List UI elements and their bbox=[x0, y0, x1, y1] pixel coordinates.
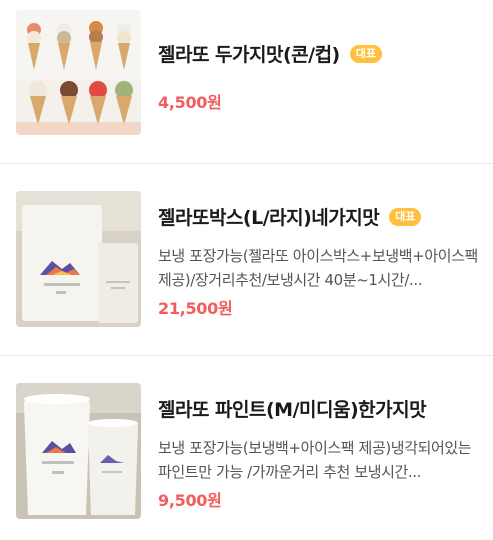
menu-item[interactable]: 젤라또 파인트(M/미디움)한가지맛 보냉 포장가능(보냉백+아이스팩 제공)냉… bbox=[0, 355, 493, 540]
item-description: 보냉 포장가능(젤라또 아이스박스+보냉백+아이스팩 제공)/장거리추천/보냉시… bbox=[158, 247, 478, 289]
representative-badge: 대표 bbox=[389, 207, 422, 226]
item-name: 젤라또박스(L/라지)네가지맛 bbox=[158, 207, 380, 229]
item-description: 보냉 포장가능(보냉백+아이스팩 제공)냉각되어있는 파인트만 가능 /가까운거… bbox=[158, 439, 472, 481]
item-name: 젤라또 두가지맛(콘/컵) bbox=[158, 44, 340, 66]
representative-badge: 대표 bbox=[349, 44, 382, 63]
item-info: 젤라또 두가지맛(콘/컵) 대표 4,500원 bbox=[158, 40, 479, 113]
item-price: 21,500원 bbox=[158, 299, 233, 318]
gelato-cones-photo bbox=[16, 10, 141, 135]
menu-item[interactable]: 젤라또 두가지맛(콘/컵) 대표 4,500원 bbox=[0, 0, 493, 163]
item-name: 젤라또 파인트(M/미디움)한가지맛 bbox=[158, 399, 427, 421]
menu-list: 젤라또 두가지맛(콘/컵) 대표 4,500원 젤라또박스(L/라지)네가지맛 … bbox=[0, 0, 493, 540]
item-info: 젤라또박스(L/라지)네가지맛 대표 보냉 포장가능(젤라또 아이스박스+보냉백… bbox=[158, 203, 479, 319]
menu-item[interactable]: 젤라또박스(L/라지)네가지맛 대표 보냉 포장가능(젤라또 아이스박스+보냉백… bbox=[0, 163, 493, 355]
item-price: 9,500원 bbox=[158, 491, 222, 510]
item-price: 4,500원 bbox=[158, 93, 222, 112]
gelato-box-photo bbox=[16, 191, 141, 327]
gelato-pint-photo bbox=[16, 383, 141, 519]
item-info: 젤라또 파인트(M/미디움)한가지맛 보냉 포장가능(보냉백+아이스팩 제공)냉… bbox=[158, 395, 479, 511]
